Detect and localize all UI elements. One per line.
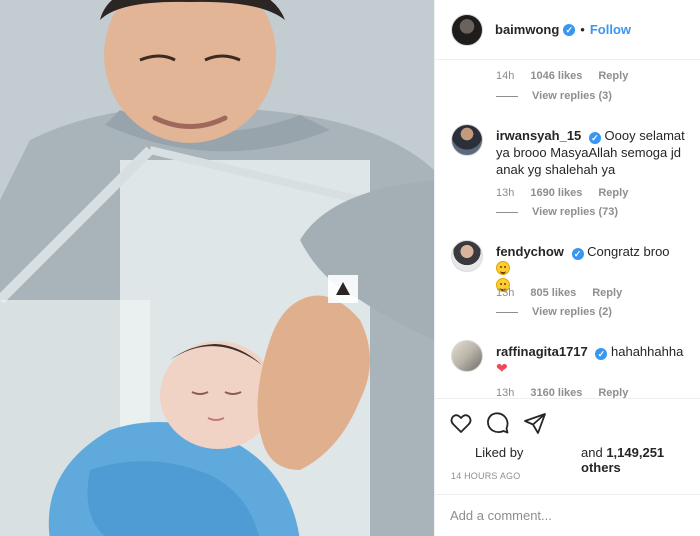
comment-item: raffinagita1717 ✓ hahahhahha ❤ xyxy=(451,340,687,377)
comment-text-block: irwansyah_15 ✓ Oooy selamat ya brooo Mas… xyxy=(496,124,687,178)
paper-plane-icon[interactable] xyxy=(523,411,547,435)
comment-time: 14h xyxy=(496,70,515,82)
commenter-avatar[interactable] xyxy=(451,240,483,272)
reply-button[interactable]: Reply xyxy=(598,70,628,82)
replies-line xyxy=(496,311,518,313)
comment-text: Congratz broo xyxy=(587,244,670,259)
author-avatar[interactable] xyxy=(451,13,483,46)
heart-outline-icon[interactable] xyxy=(449,411,473,435)
add-comment-bar xyxy=(435,494,700,536)
comments-list[interactable]: 14h 1046 likes Reply View replies (3) ir… xyxy=(435,60,700,398)
and-label: and xyxy=(581,445,603,460)
comment-text-block: fendychow ✓ Congratz broo xyxy=(496,240,687,294)
reply-button[interactable]: Reply xyxy=(592,287,622,299)
replies-line xyxy=(496,211,518,213)
view-replies-button[interactable]: View replies (2) xyxy=(496,306,612,318)
red-heart-emoji-icon: ❤ xyxy=(496,360,508,376)
commenter-avatar[interactable] xyxy=(451,124,483,156)
comment-text-block: raffinagita1717 ✓ hahahhahha ❤ xyxy=(496,340,683,377)
post-header: baimwong ✓ • Follow xyxy=(435,0,700,60)
verified-badge-icon: ✓ xyxy=(588,132,601,144)
liked-by-label: Liked by xyxy=(475,445,524,460)
follow-button[interactable]: Follow xyxy=(590,22,631,37)
grinning-emoji-icon xyxy=(496,261,510,275)
comment-meta: 14h 1046 likes Reply xyxy=(496,70,628,82)
verified-badge-icon: ✓ xyxy=(571,248,584,260)
comment-meta: 13h 805 likes Reply xyxy=(496,287,622,299)
view-replies-button[interactable]: View replies (73) xyxy=(496,206,618,218)
comment-time: 13h xyxy=(496,187,515,199)
header-separator: • xyxy=(580,22,585,37)
view-replies-label: View replies (3) xyxy=(532,90,612,102)
comment-likes[interactable]: 1690 likes xyxy=(530,187,582,199)
comment-item: irwansyah_15 ✓ Oooy selamat ya brooo Mas… xyxy=(451,124,687,178)
reply-button[interactable]: Reply xyxy=(598,387,628,398)
speech-bubble-icon[interactable] xyxy=(486,411,510,435)
commenter-username[interactable]: raffinagita1717 xyxy=(496,344,588,359)
commenter-avatar[interactable] xyxy=(451,340,483,372)
comment-time: 13h xyxy=(496,387,515,398)
comment-time: 13h xyxy=(496,287,515,299)
reply-button[interactable]: Reply xyxy=(598,187,628,199)
comment-likes[interactable]: 1046 likes xyxy=(530,70,582,82)
post-timestamp: 14 HOURS AGO xyxy=(451,471,521,481)
comment-meta: 13h 1690 likes Reply xyxy=(496,187,628,199)
comment-item: fendychow ✓ Congratz broo xyxy=(451,240,687,294)
verified-badge-icon: ✓ xyxy=(595,348,608,360)
newborn-photo-illustration xyxy=(0,0,434,536)
add-comment-input[interactable] xyxy=(450,508,680,523)
verified-badge-icon: ✓ xyxy=(563,23,576,36)
author-username[interactable]: baimwong xyxy=(495,22,559,37)
replies-line xyxy=(496,95,518,97)
post-actions: Liked by and 1,149,251 others 14 HOURS A… xyxy=(435,398,700,494)
comment-meta: 13h 3160 likes Reply xyxy=(496,387,628,398)
view-replies-label: View replies (2) xyxy=(532,306,612,318)
view-replies-button[interactable]: View replies (3) xyxy=(496,90,612,102)
comment-likes[interactable]: 805 likes xyxy=(530,287,576,299)
comment-text: hahahhahha xyxy=(611,344,684,359)
post-side-panel: baimwong ✓ • Follow 14h 1046 likes Reply… xyxy=(434,0,700,536)
comment-likes[interactable]: 3160 likes xyxy=(530,387,582,398)
likes-summary[interactable]: and 1,149,251 others xyxy=(581,445,700,475)
commenter-username[interactable]: irwansyah_15 xyxy=(496,128,581,143)
commenter-username[interactable]: fendychow xyxy=(496,244,564,259)
view-replies-label: View replies (73) xyxy=(532,206,619,218)
post-photo[interactable] xyxy=(0,0,434,536)
